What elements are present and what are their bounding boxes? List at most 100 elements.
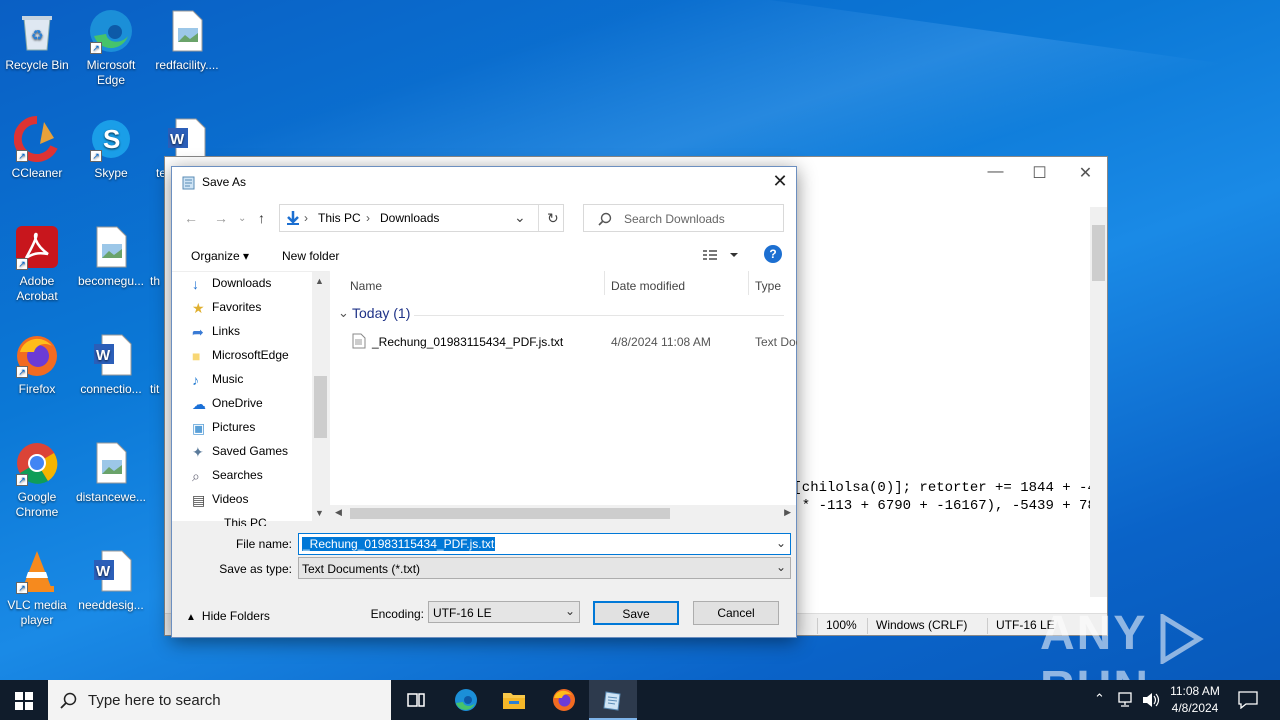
videos-icon: ▤ xyxy=(192,492,206,508)
start-button[interactable] xyxy=(0,680,48,720)
nav-item-microsoftedge[interactable]: ■ MicrosoftEdge xyxy=(192,348,289,368)
desktop-icon-distancewe[interactable]: distancewe... xyxy=(74,440,148,505)
refresh-icon[interactable]: ↻ xyxy=(538,205,559,231)
acrobat-icon: ↗ xyxy=(14,224,60,270)
cancel-button[interactable]: Cancel xyxy=(693,601,779,625)
chevron-right-icon: › xyxy=(304,211,308,225)
taskbar-edge[interactable] xyxy=(442,680,490,720)
desktop-icon-recycle-bin[interactable]: ♻ Recycle Bin xyxy=(0,8,74,73)
view-options-icon[interactable] xyxy=(702,248,742,262)
encoding-label: Encoding: xyxy=(370,607,424,621)
chevron-down-icon[interactable]: ⌄ xyxy=(514,209,526,226)
navigation-scrollbar[interactable]: ▲ ▼ xyxy=(312,272,329,522)
file-name-input[interactable]: _Rechung_01983115434_PDF.js.txt ⌄ xyxy=(298,533,791,555)
chevron-down-icon[interactable]: ⌄ xyxy=(776,536,786,550)
desktop-icon-edge[interactable]: ↗ Microsoft Edge xyxy=(74,8,148,88)
scroll-right-icon[interactable]: ▶ xyxy=(784,507,791,518)
clock[interactable]: 11:08 AM 4/8/2024 xyxy=(1166,683,1224,720)
taskbar-file-explorer[interactable] xyxy=(490,680,538,720)
taskbar-search[interactable]: Type here to search xyxy=(48,680,391,720)
address-bar[interactable]: › This PC › Downloads ⌄ ↻ xyxy=(279,204,564,232)
nav-item-saved-games[interactable]: ✦ Saved Games xyxy=(192,444,288,464)
desktop-icon-firefox[interactable]: ↗ Firefox xyxy=(0,332,74,397)
folder-icon xyxy=(503,693,525,709)
image-file-icon xyxy=(88,224,134,270)
status-line-ending: Windows (CRLF) xyxy=(867,618,967,634)
volume-icon[interactable] xyxy=(1142,692,1160,708)
chevron-down-icon[interactable]: ⌄ xyxy=(565,604,575,618)
scrollbar-thumb[interactable] xyxy=(1092,225,1105,281)
chrome-icon: ↗ xyxy=(14,440,60,486)
save-button[interactable]: Save xyxy=(593,601,679,625)
notepad-icon xyxy=(603,691,621,711)
nav-item-onedrive[interactable]: ☁ OneDrive xyxy=(192,396,263,416)
column-header-name[interactable]: Name xyxy=(350,279,382,293)
scroll-down-icon[interactable]: ▼ xyxy=(315,508,324,518)
searches-icon: ⌕ xyxy=(192,468,200,484)
search-icon xyxy=(598,212,612,226)
downloads-icon: ↓ xyxy=(192,276,199,292)
horizontal-scrollbar[interactable]: ◀ ▶ xyxy=(330,505,796,522)
search-box[interactable]: Search Downloads xyxy=(583,204,784,232)
nav-item-pictures[interactable]: ▣ Pictures xyxy=(192,420,255,440)
close-button[interactable]: ✕ xyxy=(1063,163,1108,183)
nav-item-music[interactable]: ♪ Music xyxy=(192,372,243,392)
back-arrow-icon[interactable]: ← xyxy=(184,210,198,226)
desktop-icon-connectio[interactable]: W connectio... xyxy=(74,332,148,397)
desktop-icon-needdesig[interactable]: W needdesig... xyxy=(74,548,148,613)
taskbar-notepad[interactable] xyxy=(589,680,637,720)
minimize-button[interactable]: — xyxy=(973,163,1018,183)
save-as-type-select[interactable]: Text Documents (*.txt) ⌄ xyxy=(298,557,791,579)
nav-item-downloads[interactable]: ↓ Downloads xyxy=(192,276,271,296)
table-row[interactable]: _Rechung_01983115434_PDF.js.txt 4/8/2024… xyxy=(352,331,797,353)
scrollbar-thumb[interactable] xyxy=(350,508,670,519)
scroll-left-icon[interactable]: ◀ xyxy=(335,507,342,518)
search-icon xyxy=(60,692,77,709)
column-header-type[interactable]: Type xyxy=(755,279,781,293)
nav-item-searches[interactable]: ⌕ Searches xyxy=(192,468,263,488)
nav-item-this-pc[interactable]: ▭This PC xyxy=(224,516,267,526)
desktop-icon-skype[interactable]: S ↗ Skype xyxy=(74,116,148,181)
chevron-down-icon[interactable]: ⌄ xyxy=(776,560,786,574)
dialog-title: Save As xyxy=(202,175,247,189)
nav-item-videos[interactable]: ▤ Videos xyxy=(192,492,248,512)
maximize-button[interactable]: ☐ xyxy=(1017,163,1062,183)
desktop-icon-redfacility[interactable]: redfacility.... xyxy=(150,8,224,73)
chevron-up-icon: ▲ xyxy=(186,612,196,623)
music-icon: ♪ xyxy=(192,372,199,388)
desktop-icon-vlc[interactable]: ↗ VLC media player xyxy=(0,548,74,628)
svg-text:W: W xyxy=(170,131,185,148)
notepad-text[interactable]: e[chilolsa(0)]; retorter += 1844 + -4 3 *… xyxy=(785,479,1096,515)
help-icon[interactable]: ? xyxy=(764,245,782,263)
nav-item-favorites[interactable]: ★ Favorites xyxy=(192,300,261,320)
nav-item-links[interactable]: ➦ Links xyxy=(192,324,240,344)
taskbar-firefox[interactable] xyxy=(540,680,588,720)
show-hidden-icons[interactable]: ⌃ xyxy=(1094,691,1105,720)
chevron-down-icon[interactable]: ⌄ xyxy=(338,305,349,321)
notifications-icon[interactable] xyxy=(1238,691,1258,709)
network-icon[interactable] xyxy=(1118,692,1136,708)
task-view-button[interactable] xyxy=(392,680,440,720)
up-arrow-icon[interactable]: ↑ xyxy=(258,210,265,226)
forward-arrow-icon[interactable]: → xyxy=(214,210,228,226)
task-view-icon xyxy=(407,693,425,707)
desktop-icon-ccleaner[interactable]: ↗ CCleaner xyxy=(0,115,74,181)
group-header-today[interactable]: Today (1) xyxy=(352,305,410,321)
hide-folders-button[interactable]: ▲ Hide Folders xyxy=(186,609,270,623)
notepad-vertical-scrollbar[interactable] xyxy=(1090,207,1107,597)
scroll-up-icon[interactable]: ▲ xyxy=(315,276,324,286)
dialog-close-button[interactable]: ✕ xyxy=(764,167,796,197)
dialog-navbar: ← → ⌄ ↑ › This PC › Downloads ⌄ ↻ Search… xyxy=(172,197,796,241)
desktop-icon-acrobat[interactable]: ↗ Adobe Acrobat xyxy=(0,224,74,304)
recent-dropdown-icon[interactable]: ⌄ xyxy=(238,213,246,224)
scrollbar-thumb[interactable] xyxy=(314,376,327,438)
encoding-select[interactable]: UTF-16 LE ⌄ xyxy=(428,601,580,623)
desktop-icon-chrome[interactable]: ↗ Google Chrome xyxy=(0,440,74,520)
desktop-icon-becomegu[interactable]: becomegu... xyxy=(74,224,148,289)
column-header-date[interactable]: Date modified xyxy=(611,279,685,293)
new-folder-button[interactable]: New folder xyxy=(282,249,339,263)
breadcrumb-downloads[interactable]: Downloads xyxy=(380,211,439,225)
organize-button[interactable]: Organize ▾ xyxy=(191,249,249,263)
breadcrumb-this-pc[interactable]: This PC xyxy=(318,211,361,225)
recycle-bin-icon: ♻ xyxy=(14,8,60,54)
